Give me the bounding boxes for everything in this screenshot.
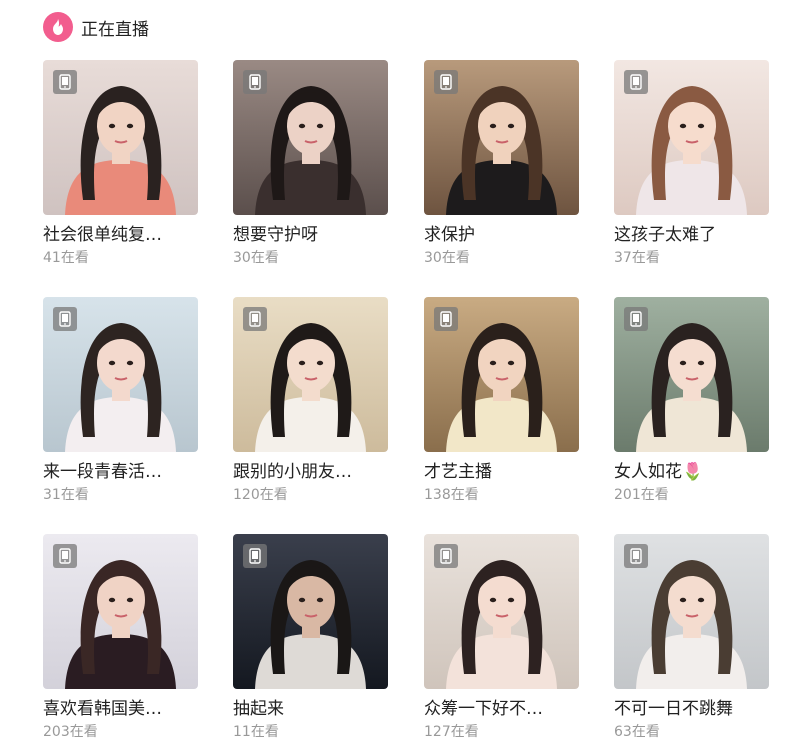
live-room-card[interactable]: 这孩子太难了 37在看 <box>614 60 769 267</box>
live-room-thumbnail[interactable] <box>43 297 198 452</box>
live-room-thumbnail[interactable] <box>233 60 388 215</box>
live-room-card[interactable]: 跟别的小朋友… 120在看 <box>233 297 388 504</box>
section-title: 正在直播 <box>81 19 149 40</box>
viewer-count: 11在看 <box>233 724 279 740</box>
mobile-stream-icon <box>434 70 458 94</box>
mobile-stream-icon <box>53 307 77 331</box>
live-room-thumbnail[interactable] <box>43 60 198 215</box>
live-room-card[interactable]: 才艺主播 138在看 <box>424 297 579 504</box>
live-room-card[interactable]: 社会很单纯复… 41在看 <box>43 60 198 267</box>
mobile-stream-icon <box>243 70 267 94</box>
mobile-stream-icon <box>624 307 648 331</box>
mobile-stream-icon <box>243 544 267 568</box>
mobile-stream-icon <box>53 544 77 568</box>
live-room-thumbnail[interactable] <box>424 534 579 689</box>
live-room-title[interactable]: 才艺主播 <box>424 460 579 484</box>
live-room-thumbnail[interactable] <box>614 297 769 452</box>
live-room-thumbnail[interactable] <box>424 60 579 215</box>
mobile-stream-icon <box>624 544 648 568</box>
viewer-count: 203在看 <box>43 724 98 740</box>
live-room-title[interactable]: 社会很单纯复… <box>43 223 198 247</box>
live-room-thumbnail[interactable] <box>43 534 198 689</box>
viewer-count: 30在看 <box>424 250 470 266</box>
live-room-card[interactable]: 众筹一下好不… 127在看 <box>424 534 579 741</box>
live-room-card[interactable]: 求保护 30在看 <box>424 60 579 267</box>
viewer-count: 30在看 <box>233 250 279 266</box>
live-room-title[interactable]: 不可一日不跳舞 <box>614 697 769 721</box>
live-room-thumbnail[interactable] <box>424 297 579 452</box>
live-room-card[interactable]: 来一段青春活… 31在看 <box>43 297 198 504</box>
flame-icon <box>43 12 73 42</box>
live-section-header: 正在直播 <box>43 12 149 42</box>
viewer-count: 201在看 <box>614 487 669 503</box>
live-room-title[interactable]: 喜欢看韩国美… <box>43 697 198 721</box>
live-room-title[interactable]: 求保护 <box>424 223 579 247</box>
live-room-card[interactable]: 喜欢看韩国美… 203在看 <box>43 534 198 741</box>
live-room-card[interactable]: 抽起来 11在看 <box>233 534 388 741</box>
mobile-stream-icon <box>53 70 77 94</box>
live-room-card[interactable]: 想要守护呀 30在看 <box>233 60 388 267</box>
live-room-card[interactable]: 不可一日不跳舞 63在看 <box>614 534 769 741</box>
live-room-thumbnail[interactable] <box>614 534 769 689</box>
live-room-thumbnail[interactable] <box>614 60 769 215</box>
live-room-title[interactable]: 想要守护呀 <box>233 223 388 247</box>
viewer-count: 127在看 <box>424 724 479 740</box>
live-room-card[interactable]: 女人如花🌷 201在看 <box>614 297 769 504</box>
viewer-count: 31在看 <box>43 487 89 503</box>
mobile-stream-icon <box>434 544 458 568</box>
live-room-title[interactable]: 抽起来 <box>233 697 388 721</box>
viewer-count: 41在看 <box>43 250 89 266</box>
viewer-count: 37在看 <box>614 250 660 266</box>
live-room-title[interactable]: 来一段青春活… <box>43 460 198 484</box>
viewer-count: 120在看 <box>233 487 288 503</box>
mobile-stream-icon <box>624 70 648 94</box>
viewer-count: 63在看 <box>614 724 660 740</box>
mobile-stream-icon <box>243 307 267 331</box>
live-room-title[interactable]: 众筹一下好不… <box>424 697 579 721</box>
live-room-title[interactable]: 女人如花🌷 <box>614 460 769 484</box>
viewer-count: 138在看 <box>424 487 479 503</box>
live-room-thumbnail[interactable] <box>233 297 388 452</box>
live-room-title[interactable]: 这孩子太难了 <box>614 223 769 247</box>
live-room-title[interactable]: 跟别的小朋友… <box>233 460 388 484</box>
live-room-thumbnail[interactable] <box>233 534 388 689</box>
mobile-stream-icon <box>434 307 458 331</box>
